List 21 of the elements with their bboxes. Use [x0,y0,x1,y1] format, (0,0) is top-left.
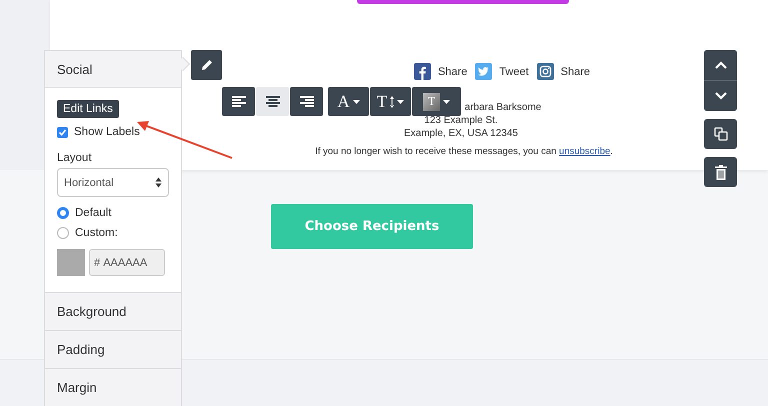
share-link[interactable]: Tweet [499,66,529,78]
address-line: arbara Barksome [464,101,542,114]
panel-section[interactable]: Padding [45,331,181,369]
unsubscribe-link[interactable]: unsubscribe [559,146,610,157]
radio-label: Custom: [75,227,118,239]
share-link[interactable]: Share [560,66,590,78]
panel-title: Social [57,62,92,76]
radio-label: Default [75,207,112,219]
hex-color-field[interactable]: # AAAAAA [89,249,165,276]
edit-links-button[interactable]: Edit Links [57,100,119,118]
text-size-button[interactable]: T [370,87,411,116]
font-button[interactable]: A [328,87,369,116]
checkbox-label: Show Labels [74,126,140,138]
address-line: Example, EX, USA 12345 [404,127,518,140]
layout-label: Layout [57,152,93,164]
layout-select[interactable]: Horizontal [57,168,169,197]
panel-section[interactable]: Background [45,293,181,331]
share-link[interactable]: Share [438,66,468,78]
panel-section[interactable]: Margin [45,369,181,406]
address-line: 123 Example St. [424,114,498,127]
unsubscribe-notice: If you no longer wish to receive these messages, you can unsubscribe. [315,146,613,157]
